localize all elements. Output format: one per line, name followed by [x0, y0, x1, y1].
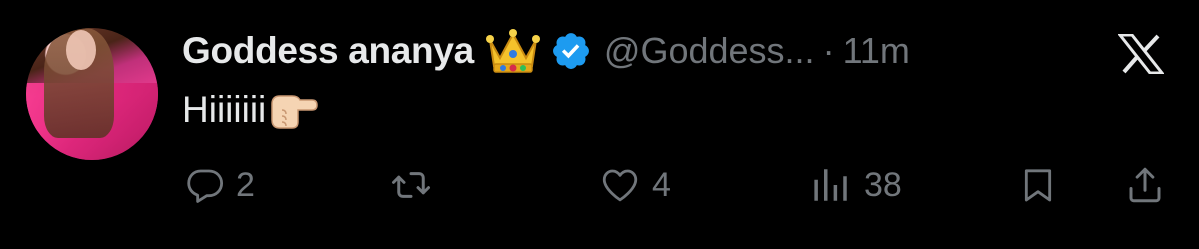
- heart-icon: [598, 164, 642, 206]
- reply-button[interactable]: 2: [184, 160, 255, 210]
- bookmark-icon: [1018, 164, 1058, 206]
- retweet-icon: [387, 164, 435, 206]
- like-count: 4: [652, 165, 671, 204]
- display-name[interactable]: Goddess ananya: [182, 30, 474, 72]
- action-bar: 2 4 38: [0, 160, 1199, 210]
- tweet-text: Hiiiiiii: [182, 86, 319, 134]
- verified-badge-icon: [550, 30, 592, 72]
- tweet-header: Goddess ananya @Goddess... · 11m: [182, 26, 910, 76]
- avatar-face: [66, 30, 96, 70]
- like-button[interactable]: 4: [598, 160, 671, 210]
- tweet-text-content: Hiiiiiii: [182, 89, 267, 130]
- separator-dot: ·: [822, 30, 835, 71]
- share-button[interactable]: [1124, 160, 1166, 210]
- views-button[interactable]: 38: [808, 160, 902, 210]
- bookmark-button[interactable]: [1018, 160, 1058, 210]
- avatar[interactable]: [26, 28, 158, 160]
- pointing-finger-icon: [268, 88, 319, 132]
- reply-count: 2: [236, 165, 255, 204]
- share-icon: [1124, 164, 1166, 206]
- retweet-button[interactable]: [387, 160, 445, 210]
- timestamp[interactable]: 11m: [843, 30, 910, 72]
- views-icon: [808, 164, 854, 206]
- reply-icon: [184, 164, 226, 206]
- views-count: 38: [864, 165, 902, 204]
- x-logo-icon[interactable]: [1116, 33, 1166, 75]
- crown-icon: [485, 28, 540, 74]
- user-handle[interactable]: @Goddess...: [604, 30, 815, 72]
- tweet-card[interactable]: Goddess ananya @Goddess... · 11m Hiiiiii…: [0, 0, 1199, 249]
